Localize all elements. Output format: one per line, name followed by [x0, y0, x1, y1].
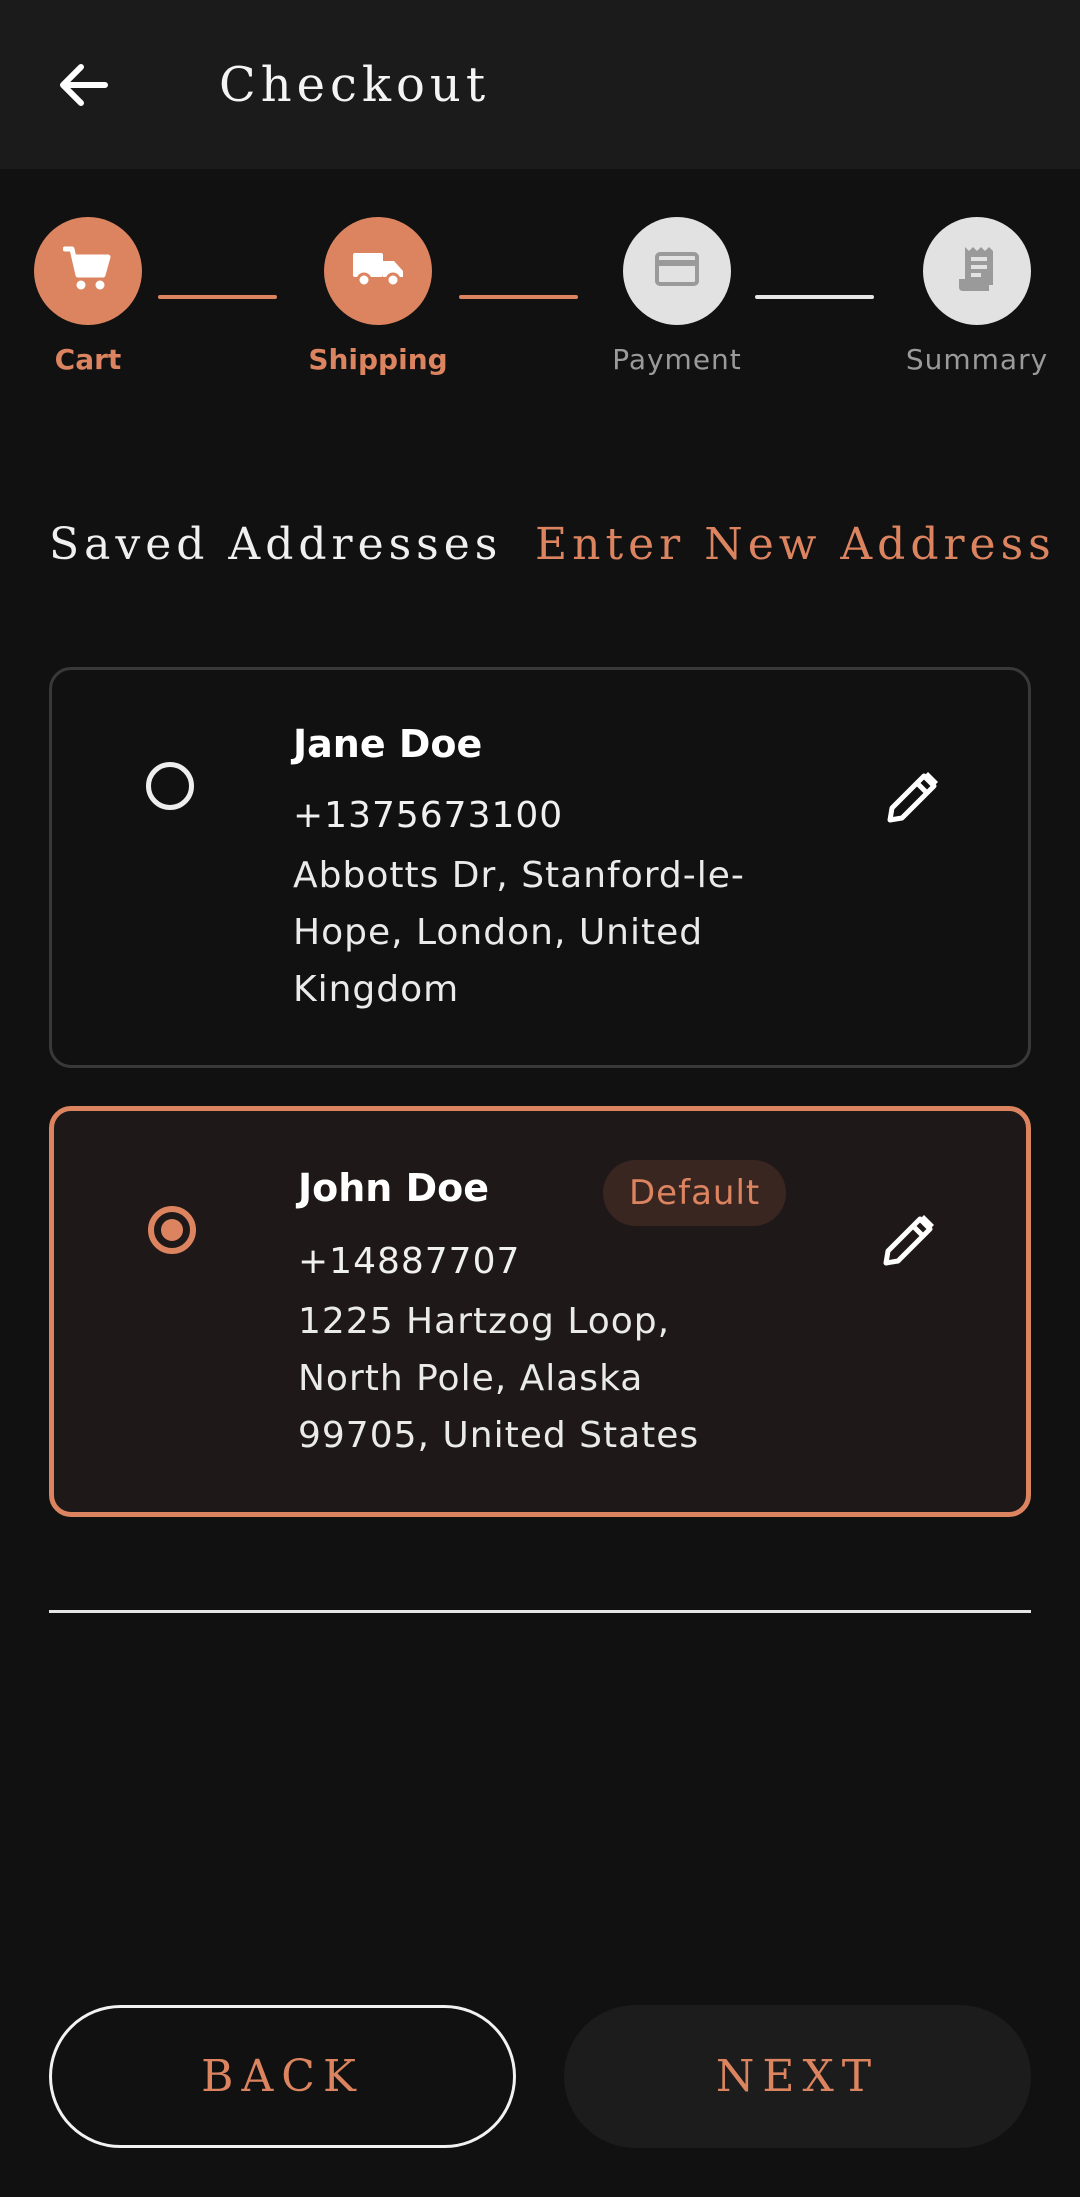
address-name: John Doe — [298, 1166, 490, 1210]
address-line: 1225 Hartzog Loop, — [298, 1301, 671, 1342]
step-summary — [923, 217, 1031, 325]
credit-card-icon — [654, 251, 700, 291]
tab-saved-addresses[interactable]: Saved Addresses — [49, 515, 502, 575]
step-cart — [34, 217, 142, 325]
address-line: North Pole, Alaska — [298, 1358, 644, 1399]
step-label-payment: Payment — [612, 343, 742, 376]
address-line: Kingdom — [293, 969, 460, 1010]
app-bar: Checkout — [0, 0, 1080, 169]
pencil-icon[interactable] — [876, 1207, 942, 1273]
address-card[interactable]: Jane Doe +1375673100 Abbotts Dr, Stanfor… — [49, 667, 1031, 1068]
truck-icon — [351, 249, 405, 293]
back-arrow-icon[interactable] — [50, 52, 116, 118]
address-line: 99705, United States — [298, 1415, 700, 1456]
step-connector — [158, 295, 277, 299]
address-line: Abbotts Dr, Stanford-le- — [293, 855, 745, 896]
pencil-icon[interactable] — [880, 764, 946, 830]
receipt-icon — [955, 245, 999, 297]
step-shipping — [324, 217, 432, 325]
address-phone: +1375673100 — [293, 795, 564, 836]
cart-icon — [62, 245, 113, 297]
step-label-summary: Summary — [905, 343, 1049, 376]
divider — [49, 1610, 1031, 1613]
address-name: Jane Doe — [293, 722, 483, 766]
address-line: Hope, London, United — [293, 912, 704, 953]
next-button[interactable]: NEXT — [564, 2005, 1031, 2148]
step-label-cart: Cart — [54, 343, 122, 376]
back-button[interactable]: BACK — [49, 2005, 516, 2148]
step-payment — [623, 217, 731, 325]
tab-enter-new-address[interactable]: Enter New Address — [535, 515, 1056, 575]
address-radio-selected[interactable] — [148, 1206, 196, 1254]
address-radio[interactable] — [146, 762, 194, 810]
step-connector — [755, 295, 874, 299]
step-connector — [459, 295, 578, 299]
address-text: 1225 Hartzog Loop, North Pole, Alaska 99… — [298, 1293, 699, 1464]
page-title: Checkout — [219, 57, 491, 113]
default-badge: Default — [603, 1160, 787, 1226]
address-phone: +14887707 — [298, 1241, 521, 1282]
step-label-shipping: Shipping — [308, 343, 448, 376]
address-text: Abbotts Dr, Stanford-le- Hope, London, U… — [293, 847, 745, 1018]
address-card-selected[interactable]: John Doe Default +14887707 1225 Hartzog … — [49, 1106, 1031, 1517]
